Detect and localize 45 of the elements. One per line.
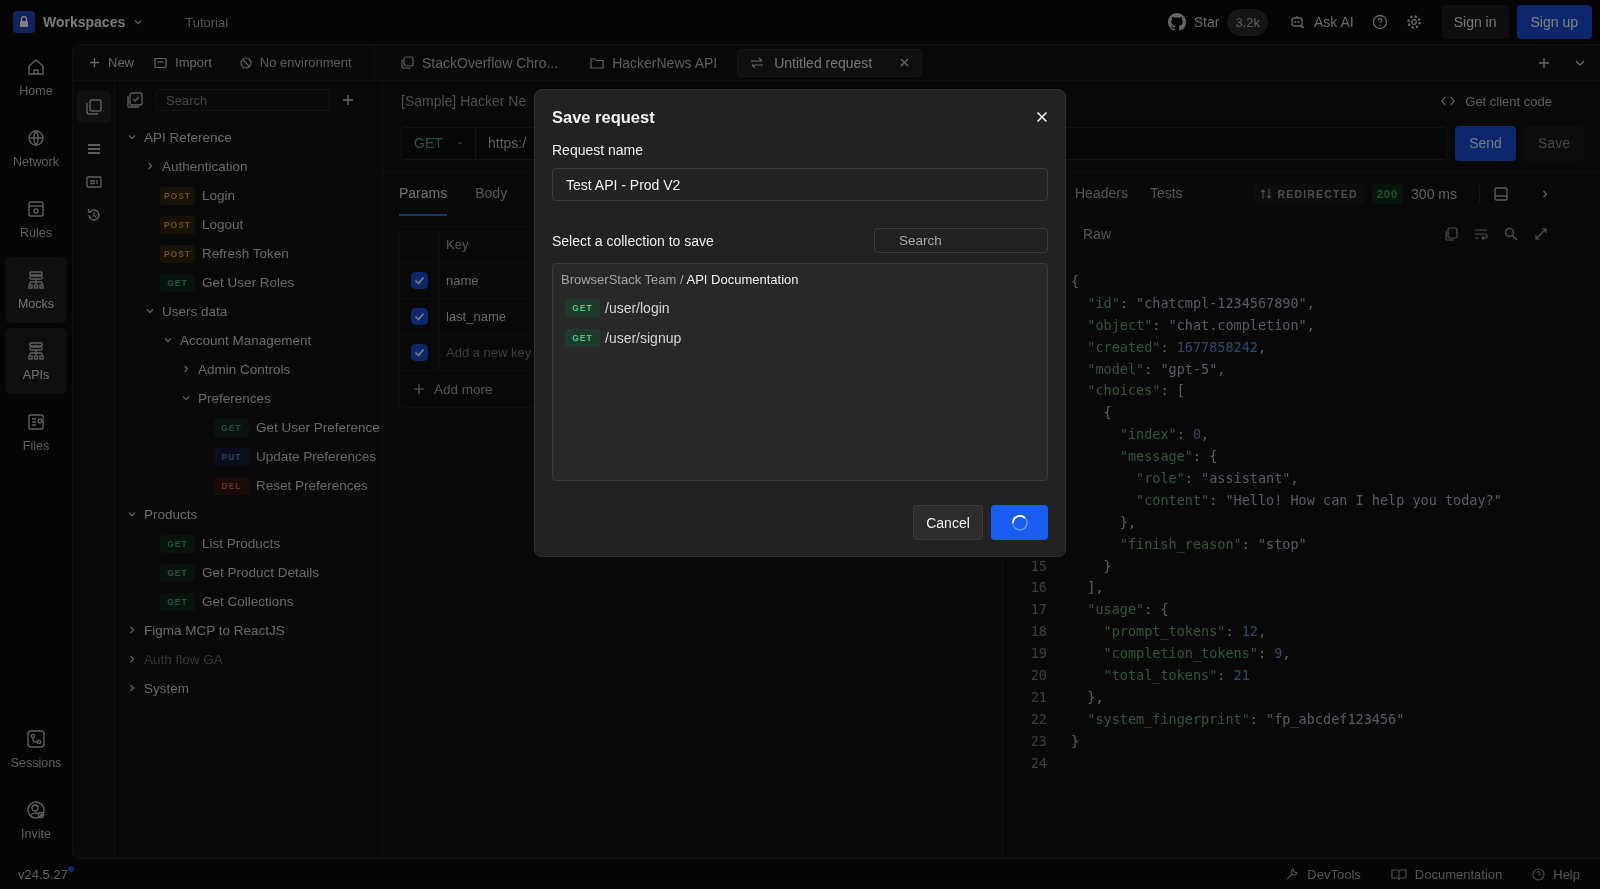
method-badge: GET xyxy=(160,273,195,292)
code-line: "choices": [ xyxy=(1086,382,1185,399)
method-badge: GET xyxy=(160,592,195,611)
method-badge: GET xyxy=(214,418,249,437)
status-badge: 200 xyxy=(1371,184,1404,204)
method-badge: POST xyxy=(160,244,195,263)
table-cell-text: name xyxy=(445,273,479,288)
code-line: "role": "assistant", xyxy=(1135,469,1299,486)
redirected-badge: REDIRECTED xyxy=(1254,184,1364,204)
collection-name: API Documentation xyxy=(686,272,799,287)
code-line: { xyxy=(1102,404,1112,421)
code-line: "object": "chat.completion", xyxy=(1086,316,1315,333)
dialog-title: Save request xyxy=(552,107,655,127)
table-cell-text: last_name xyxy=(445,309,506,324)
code-line: "finish_reason": "stop" xyxy=(1118,535,1307,552)
code-line: "total_tokens": 21 xyxy=(1102,666,1250,683)
method-badge: DEL xyxy=(214,476,249,495)
code-line: "index": 0, xyxy=(1118,426,1210,443)
section-label: Select a collection to save xyxy=(552,232,714,249)
code-line: "completion_tokens": 9, xyxy=(1102,645,1291,662)
method-badge: POST xyxy=(160,215,195,234)
code-line: "message": { xyxy=(1118,448,1218,465)
code-line: }, xyxy=(1086,688,1104,705)
code-line: "created": 1677858242, xyxy=(1086,338,1267,355)
code-line: ], xyxy=(1086,579,1104,596)
code-line: "model": "gpt-5", xyxy=(1086,360,1226,377)
field-label: Request name xyxy=(552,142,645,158)
code-line: } xyxy=(1071,732,1080,749)
code-line: "system_fingerprint": "fp_abcdef123456" xyxy=(1086,710,1405,727)
method-badge: GET xyxy=(160,534,195,553)
star-count: 3.2k xyxy=(1227,8,1268,36)
method-badge: PUT xyxy=(214,447,249,466)
method-badge: POST xyxy=(160,186,195,205)
code-line: }, xyxy=(1118,513,1137,530)
code-line: "id": "chatcmpl-1234567890", xyxy=(1086,294,1315,311)
code-line: "usage": { xyxy=(1086,601,1169,618)
response-time: 300 ms xyxy=(1411,186,1457,202)
code-line: "content": "Hello! How can I help you today?" xyxy=(1135,491,1502,508)
code-line: } xyxy=(1102,557,1112,574)
column-header: Key xyxy=(445,237,469,252)
code-line: { xyxy=(1071,272,1080,289)
version-label: v24.5.27 xyxy=(18,866,68,882)
method-badge: GET xyxy=(160,563,195,582)
code-line: "prompt_tokens": 12, xyxy=(1102,623,1267,640)
breadcrumb: [Sample] Hacker Ne xyxy=(401,93,527,109)
